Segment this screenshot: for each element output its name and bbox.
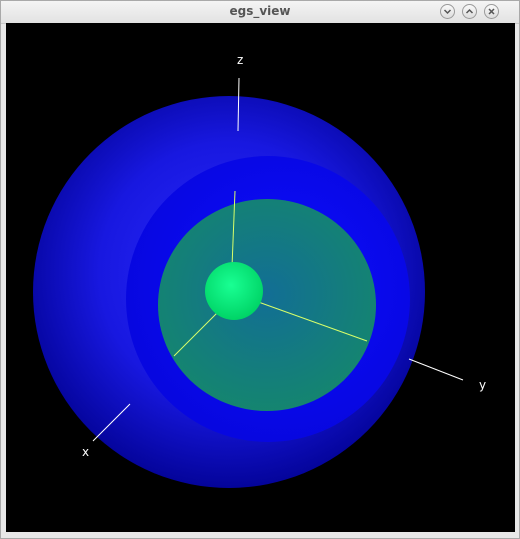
- core-sphere: [205, 262, 263, 320]
- maximize-button[interactable]: [462, 4, 477, 19]
- 3d-viewport[interactable]: z y x: [6, 23, 515, 532]
- close-icon: [488, 8, 495, 15]
- y-axis-line-outer: [408, 358, 464, 381]
- chevron-up-icon: [465, 8, 474, 14]
- close-button[interactable]: [484, 4, 499, 19]
- title-bar[interactable]: egs_view: [1, 1, 519, 24]
- y-axis-label: y: [479, 378, 487, 392]
- chevron-down-icon: [443, 9, 452, 15]
- x-axis-label: x: [82, 445, 90, 459]
- minimize-button[interactable]: [440, 4, 455, 19]
- z-axis-label: z: [237, 53, 244, 67]
- egs-view-window: egs_view z y x: [0, 0, 520, 539]
